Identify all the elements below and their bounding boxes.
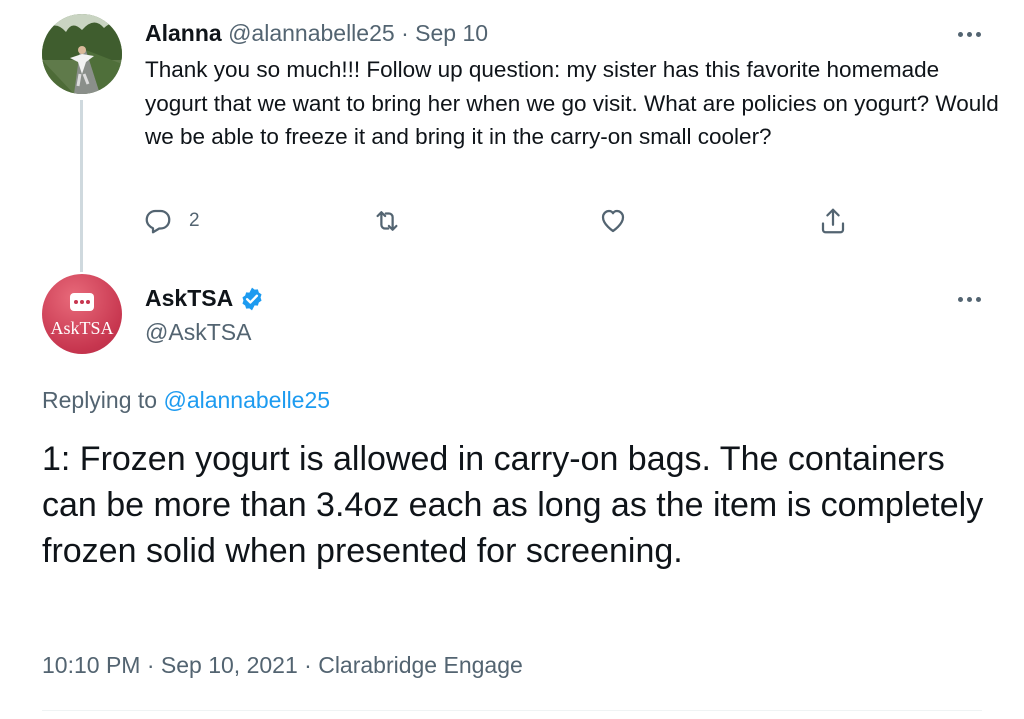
like-button[interactable] <box>598 203 628 239</box>
verified-badge-icon <box>242 287 262 310</box>
tweet-text: 1: Frozen yogurt is allowed in carry-on … <box>42 440 984 570</box>
tweet-source[interactable]: Clarabridge Engage <box>318 652 523 678</box>
tweet-date[interactable]: Sep 10, 2021 <box>161 652 298 678</box>
replying-prefix: Replying to <box>42 387 158 413</box>
author-handle[interactable]: @alannabelle25 <box>228 20 395 46</box>
share-button[interactable] <box>818 203 848 239</box>
heart-icon <box>601 209 625 233</box>
reply-button[interactable]: 2 <box>143 203 200 239</box>
avatar[interactable] <box>42 14 122 94</box>
reply-count: 2 <box>189 210 200 231</box>
tweet-header: Alanna @alannabelle25 · Sep 10 <box>145 19 488 47</box>
tweet-meta: 10:10 PM · Sep 10, 2021 · Clarabridge En… <box>42 652 523 679</box>
tweet-actions: 2 <box>0 203 1024 243</box>
avatar-label: AskTSA <box>50 318 114 338</box>
more-icon[interactable] <box>955 24 985 44</box>
retweet-icon <box>376 211 398 231</box>
author-handle[interactable]: @AskTSA <box>145 319 251 346</box>
tweet-time[interactable]: 10:10 PM <box>42 652 140 678</box>
retweet-button[interactable] <box>372 203 402 239</box>
more-icon[interactable] <box>955 289 985 309</box>
separator: · <box>304 652 312 678</box>
avatar-photo <box>42 14 122 94</box>
replying-to-link[interactable]: @alannabelle25 <box>163 387 330 413</box>
replying-to: Replying to @alannabelle25 <box>42 387 330 414</box>
avatar[interactable]: AskTSA <box>42 274 122 354</box>
tweet-date[interactable]: Sep 10 <box>415 20 488 46</box>
author-name[interactable]: AskTSA <box>145 285 233 312</box>
tweet-text: Thank you so much!!! Follow up question:… <box>145 57 999 149</box>
share-icon <box>821 208 845 234</box>
separator: · <box>146 652 155 678</box>
reply-icon <box>145 209 171 234</box>
thread-line <box>80 100 83 272</box>
author-name[interactable]: Alanna <box>145 20 222 46</box>
author-name-row: AskTSA <box>145 285 265 312</box>
separator: · <box>401 20 409 46</box>
chat-bubble-icon <box>70 293 94 311</box>
divider <box>42 710 982 711</box>
